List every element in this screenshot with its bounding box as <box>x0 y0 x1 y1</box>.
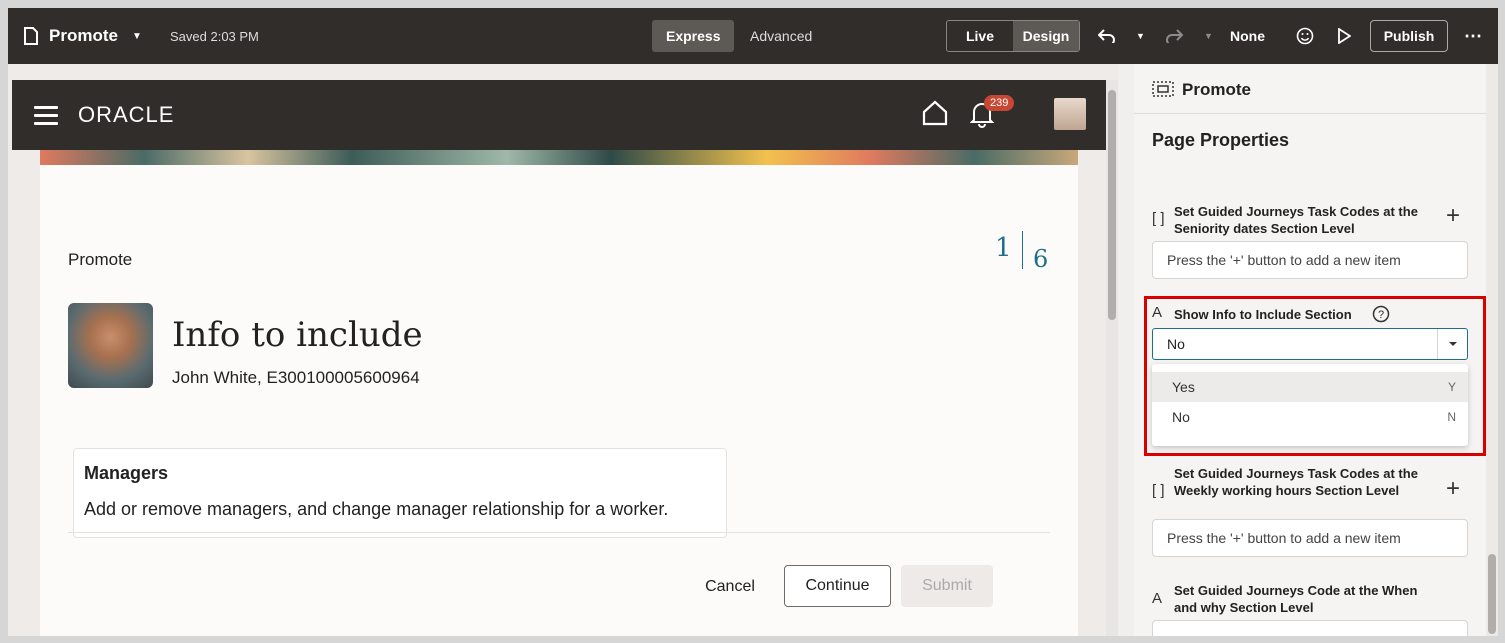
text-icon: A <box>1152 590 1163 607</box>
tab-express[interactable]: Express <box>652 20 735 52</box>
page-label: Promote <box>68 250 133 269</box>
home-icon[interactable] <box>922 100 948 131</box>
undo-icon[interactable] <box>1098 8 1116 64</box>
section-title: Page Properties <box>1152 130 1290 150</box>
step-current: 1 <box>995 233 1012 263</box>
managers-card[interactable]: Managers Add or remove managers, and cha… <box>73 448 727 538</box>
panel-scrollbar[interactable] <box>1486 64 1498 636</box>
design-button[interactable]: Design <box>1013 21 1079 51</box>
live-button[interactable]: Live <box>947 21 1013 51</box>
prop-task-codes-seniority-label: Set Guided Journeys Task Codes at the Se… <box>1174 204 1418 236</box>
play-icon[interactable] <box>1337 8 1351 64</box>
option-code: Y <box>1447 380 1456 394</box>
redo-menu-chevron-icon[interactable]: ▼ <box>1204 8 1213 64</box>
oracle-header: ORACLE 239 <box>12 80 1106 150</box>
page-content: Promote 1 6 Info to include John White, … <box>40 165 1078 636</box>
person-photo <box>68 303 153 388</box>
mode-toggle: Live Design <box>946 20 1080 52</box>
chevron-down-icon[interactable]: ▼ <box>132 8 142 64</box>
panel-scrollbar-thumb[interactable] <box>1488 554 1496 634</box>
page-title: Info to include <box>172 315 423 355</box>
select-dropdown: Yes Y No N <box>1152 364 1468 446</box>
more-options-icon[interactable]: ⋯ <box>1464 8 1482 64</box>
option-code: N <box>1447 410 1456 424</box>
panel-title: Promote <box>1182 80 1251 99</box>
document-title[interactable]: Promote <box>49 8 118 64</box>
decorative-banner <box>40 150 1078 165</box>
canvas-scrollbar[interactable] <box>1106 80 1118 636</box>
app-frame: Promote ▼ Saved 2:03 PM Express Advanced… <box>8 8 1498 636</box>
cancel-button[interactable]: Cancel <box>690 567 770 607</box>
canvas-scrollbar-thumb[interactable] <box>1108 90 1116 320</box>
prop-when-why-label: Set Guided Journeys Code at the When and… <box>1174 583 1418 615</box>
divider <box>68 532 1050 533</box>
saved-status: Saved 2:03 PM <box>170 28 259 44</box>
none-selector[interactable]: None <box>1230 8 1265 64</box>
prop-show-info-label: Show Info to Include Section <box>1174 307 1352 322</box>
component-select-icon <box>1152 81 1174 102</box>
array-icon: [ ] <box>1152 482 1165 499</box>
card-description: Add or remove managers, and change manag… <box>84 499 669 519</box>
person-subtitle: John White, E300100005600964 <box>172 368 420 387</box>
tab-advanced[interactable]: Advanced <box>736 20 826 52</box>
oracle-logo: ORACLE <box>78 102 175 127</box>
show-info-select[interactable]: No <box>1152 328 1468 360</box>
panel-header: Promote <box>1134 64 1498 114</box>
properties-panel: Promote Page Properties [ ] Set Guided J… <box>1134 64 1498 636</box>
notification-badge: 239 <box>984 95 1015 111</box>
prop-task-codes-weekly-label: Set Guided Journeys Task Codes at the We… <box>1174 466 1418 498</box>
user-avatar[interactable] <box>1054 98 1086 130</box>
hamburger-menu-icon[interactable] <box>34 106 58 125</box>
select-value: No <box>1167 336 1185 352</box>
document-icon <box>22 8 40 64</box>
continue-button[interactable]: Continue <box>784 565 891 607</box>
design-canvas: ORACLE 239 Promote 1 6 Info to include J… <box>8 64 1118 636</box>
chevron-down-icon <box>1448 342 1457 346</box>
smiley-icon[interactable] <box>1296 8 1314 64</box>
option-yes[interactable]: Yes Y <box>1152 372 1468 402</box>
step-divider <box>1022 231 1023 269</box>
publish-button[interactable]: Publish <box>1370 20 1448 52</box>
submit-button[interactable]: Submit <box>901 565 993 607</box>
array-icon: [ ] <box>1152 210 1165 227</box>
step-total: 6 <box>1033 245 1049 273</box>
add-item-icon[interactable]: + <box>1446 475 1460 503</box>
dropdown-toggle-button[interactable] <box>1437 329 1467 359</box>
add-item-icon[interactable]: + <box>1446 202 1460 230</box>
task-codes-weekly-input[interactable]: Press the '+' button to add a new item <box>1152 519 1468 557</box>
svg-text:?: ? <box>1378 309 1384 321</box>
undo-menu-chevron-icon[interactable]: ▼ <box>1136 8 1145 64</box>
task-codes-seniority-input[interactable]: Press the '+' button to add a new item <box>1152 241 1468 279</box>
card-title: Managers <box>84 463 169 483</box>
option-no[interactable]: No N <box>1152 402 1468 432</box>
top-toolbar: Promote ▼ Saved 2:03 PM Express Advanced… <box>8 8 1498 64</box>
when-why-input[interactable] <box>1152 620 1468 636</box>
text-icon: A <box>1152 304 1163 321</box>
help-icon[interactable]: ? <box>1372 305 1390 328</box>
redo-icon[interactable] <box>1165 8 1183 64</box>
